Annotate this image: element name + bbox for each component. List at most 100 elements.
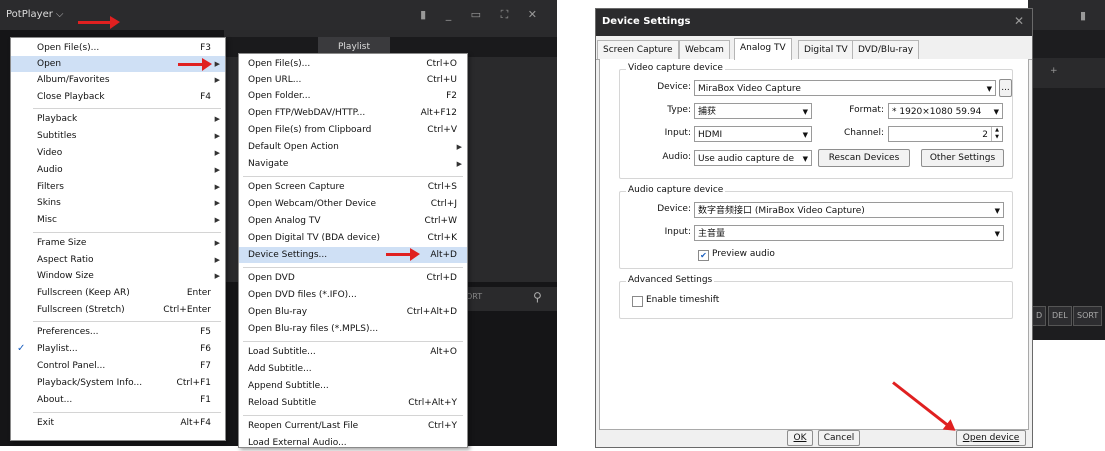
open-menu-item[interactable]: Default Open Action ▶ bbox=[239, 139, 467, 155]
channel-spinner[interactable]: 2 ▲ ▼ bbox=[888, 126, 1003, 142]
main-menu-item-label: Misc bbox=[37, 215, 57, 225]
open-menu-item[interactable]: Open DVD files (*.IFO)... bbox=[239, 287, 467, 303]
open-menu-item[interactable]: Load Subtitle... Alt+O bbox=[239, 344, 467, 360]
enable-timeshift-checkbox[interactable] bbox=[632, 296, 643, 307]
open-device-button[interactable]: Open device bbox=[956, 430, 1026, 446]
main-menu-item[interactable]: Exit Alt+F4 bbox=[11, 415, 225, 431]
browse-device-button[interactable]: ... bbox=[999, 79, 1012, 97]
preview-audio-label: Preview audio bbox=[712, 249, 775, 259]
playlist-d-button[interactable]: D bbox=[1032, 306, 1047, 326]
main-menu-item[interactable]: Window Size ▶ bbox=[11, 268, 225, 284]
main-menu-item[interactable]: Playback/System Info... Ctrl+F1 bbox=[11, 375, 225, 391]
main-menu-item[interactable]: Aspect Ratio ▶ bbox=[11, 252, 225, 268]
rescan-devices-button[interactable]: Rescan Devices bbox=[818, 149, 910, 167]
audio-capture-group-title: Audio capture device bbox=[626, 185, 726, 195]
tab-digital-tv[interactable]: Digital TV bbox=[798, 40, 854, 59]
main-menu-item[interactable]: Fullscreen (Keep AR) Enter bbox=[11, 285, 225, 301]
playlist-del-button[interactable]: DEL bbox=[1048, 306, 1072, 326]
settings-tabs: Screen Capture Webcam Analog TV Digital … bbox=[596, 38, 1032, 60]
main-menu-item-label: Exit bbox=[37, 418, 55, 428]
open-menu-item-label: Add Subtitle... bbox=[248, 364, 312, 374]
main-menu-item[interactable]: ✓ Playlist... F6 bbox=[11, 341, 225, 357]
main-menu-item-label: Frame Size bbox=[37, 238, 87, 248]
add-tab-icon[interactable]: + bbox=[1050, 66, 1058, 76]
main-menu-item[interactable]: Fullscreen (Stretch) Ctrl+Enter bbox=[11, 302, 225, 318]
main-menu-item[interactable]: Misc ▶ bbox=[11, 212, 225, 228]
preview-audio-checkbox[interactable]: ✔ bbox=[698, 250, 709, 261]
input-label: Input: bbox=[664, 128, 691, 138]
audio-device-label: Device: bbox=[657, 204, 691, 214]
main-menu-item-shortcut: F4 bbox=[200, 92, 211, 102]
open-menu-item[interactable]: Open Folder... F2 bbox=[239, 88, 467, 104]
open-menu-item-shortcut: Alt+F12 bbox=[420, 108, 457, 118]
open-menu-item[interactable]: Navigate ▶ bbox=[239, 156, 467, 172]
main-menu-item[interactable]: Audio ▶ bbox=[11, 162, 225, 178]
menu-separator bbox=[33, 108, 221, 109]
potplayer-menu-button[interactable]: PotPlayer ⌵ bbox=[6, 9, 63, 20]
open-menu-item-label: Navigate bbox=[248, 159, 289, 169]
chevron-down-icon: ⌵ bbox=[55, 9, 64, 20]
main-menu-item[interactable]: Control Panel... F7 bbox=[11, 358, 225, 374]
open-menu-item[interactable]: Open Digital TV (BDA device) Ctrl+K bbox=[239, 230, 467, 246]
main-menu-item[interactable]: Subtitles ▶ bbox=[11, 128, 225, 144]
playlist-sort-button[interactable]: ORT bbox=[466, 292, 482, 301]
main-menu-item[interactable]: Filters ▶ bbox=[11, 179, 225, 195]
window-controls[interactable]: ▮ _ ▭ ⛶ ✕ bbox=[420, 8, 545, 22]
main-menu-item[interactable]: Close Playback F4 bbox=[11, 89, 225, 105]
tab-dvd-bluray[interactable]: DVD/Blu-ray bbox=[852, 40, 920, 59]
main-menu-item[interactable]: About... F1 bbox=[11, 392, 225, 408]
submenu-arrow-icon: ▶ bbox=[214, 76, 220, 84]
audio-input-select[interactable]: 主音量 ▼ bbox=[694, 225, 1004, 241]
tab-analog-tv[interactable]: Analog TV bbox=[734, 38, 792, 60]
spin-arrows-icon[interactable]: ▲ ▼ bbox=[991, 127, 1002, 141]
main-menu-item[interactable]: Skins ▶ bbox=[11, 195, 225, 211]
potplayer-brand: PotPlayer bbox=[6, 9, 53, 20]
open-menu-item[interactable]: Open DVD Ctrl+D bbox=[239, 270, 467, 286]
main-menu-item-label: Control Panel... bbox=[37, 361, 106, 371]
main-menu-item[interactable]: Open File(s)... F3 bbox=[11, 40, 225, 56]
main-menu-item[interactable]: Playback ▶ bbox=[11, 111, 225, 127]
search-icon[interactable]: ⚲ bbox=[533, 290, 542, 304]
main-menu-item-label: Open File(s)... bbox=[37, 43, 100, 53]
pin-icon[interactable]: ▮ bbox=[1080, 9, 1086, 22]
main-menu-item[interactable]: Frame Size ▶ bbox=[11, 235, 225, 251]
playlist-sort-button[interactable]: SORT bbox=[1073, 306, 1103, 326]
open-menu-item[interactable]: Reopen Current/Last File Ctrl+Y bbox=[239, 418, 467, 434]
main-menu-item-label: Close Playback bbox=[37, 92, 105, 102]
type-select[interactable]: 捕获 ▼ bbox=[694, 103, 812, 119]
main-menu-item[interactable]: Album/Favorites ▶ bbox=[11, 72, 225, 88]
open-menu-item[interactable]: Open Webcam/Other Device Ctrl+J bbox=[239, 196, 467, 212]
open-menu-item-shortcut: Alt+D bbox=[430, 250, 457, 260]
audio-device-select[interactable]: 数字音频接口 (MiraBox Video Capture) ▼ bbox=[694, 202, 1004, 218]
type-value: 捕获 bbox=[698, 107, 717, 117]
open-menu-item[interactable]: Append Subtitle... bbox=[239, 378, 467, 394]
other-settings-button[interactable]: Other Settings bbox=[921, 149, 1004, 167]
open-menu-item[interactable]: Open URL... Ctrl+U bbox=[239, 72, 467, 88]
audio-label: Audio: bbox=[662, 152, 691, 162]
open-menu-item[interactable]: Open File(s) from Clipboard Ctrl+V bbox=[239, 122, 467, 138]
open-menu-item[interactable]: Reload Subtitle Ctrl+Alt+Y bbox=[239, 395, 467, 411]
input-select[interactable]: HDMI ▼ bbox=[694, 126, 812, 142]
open-menu-item[interactable]: Open Screen Capture Ctrl+S bbox=[239, 179, 467, 195]
main-menu-item-shortcut: Ctrl+F1 bbox=[176, 378, 211, 388]
open-menu-item[interactable]: Load External Audio... bbox=[239, 435, 467, 451]
main-menu-item[interactable]: Preferences... F5 bbox=[11, 324, 225, 340]
open-menu-item[interactable]: Open Blu-ray Ctrl+Alt+D bbox=[239, 304, 467, 320]
tab-screen-capture[interactable]: Screen Capture bbox=[597, 40, 679, 59]
close-icon[interactable]: ✕ bbox=[1014, 14, 1024, 28]
open-menu-item[interactable]: Open Blu-ray files (*.MPLS)... bbox=[239, 321, 467, 337]
open-menu-item-label: Open Analog TV bbox=[248, 216, 321, 226]
audio-select[interactable]: Use audio capture de ▼ bbox=[694, 150, 812, 166]
format-select[interactable]: * 1920×1080 59.94 ▼ bbox=[888, 103, 1003, 119]
open-menu-item[interactable]: Open File(s)... Ctrl+O bbox=[239, 56, 467, 72]
ok-button[interactable]: OK bbox=[787, 430, 813, 446]
open-menu-item[interactable]: Add Subtitle... bbox=[239, 361, 467, 377]
main-menu-item[interactable]: Video ▶ bbox=[11, 145, 225, 161]
open-menu-item[interactable]: Device Settings... Alt+D bbox=[239, 247, 467, 263]
open-menu-item[interactable]: Open Analog TV Ctrl+W bbox=[239, 213, 467, 229]
open-menu-item[interactable]: Open FTP/WebDAV/HTTP... Alt+F12 bbox=[239, 105, 467, 121]
cancel-button[interactable]: Cancel bbox=[818, 430, 860, 446]
video-device-select[interactable]: MiraBox Video Capture ▼ bbox=[694, 80, 996, 96]
channel-value: 2 bbox=[982, 130, 988, 140]
tab-webcam[interactable]: Webcam bbox=[679, 40, 730, 59]
